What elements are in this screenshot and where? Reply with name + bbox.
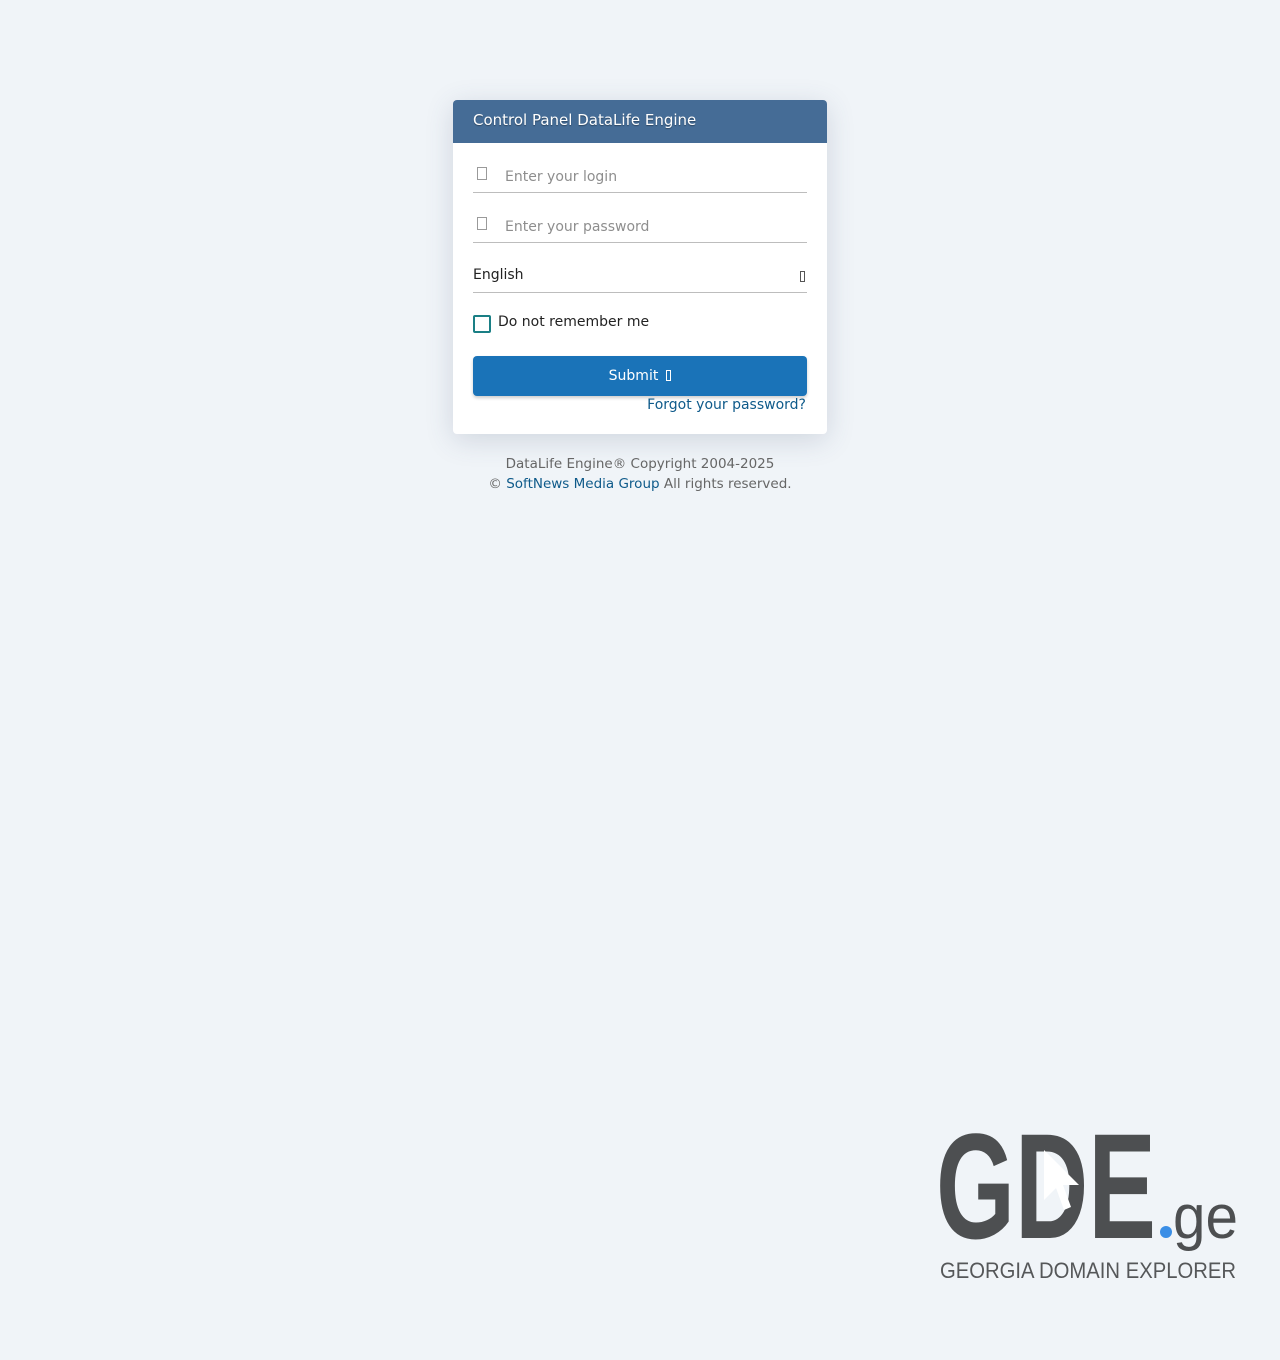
- sign-in-icon: [666, 370, 672, 381]
- remember-me-checkbox[interactable]: [473, 315, 491, 333]
- footer: DataLife Engine® Copyright 2004-2025 © S…: [0, 454, 1280, 494]
- language-select-value: English: [473, 267, 524, 283]
- logo-dot: [1160, 1226, 1172, 1238]
- password-input[interactable]: [505, 215, 807, 239]
- remember-me-row[interactable]: Do not remember me: [473, 314, 807, 334]
- login-panel: Control Panel DataLife Engine English: [453, 100, 827, 434]
- copyright-symbol: ©: [488, 476, 502, 492]
- login-form: English Do not remember me Submit Forgot…: [453, 143, 827, 413]
- lock-icon: [477, 217, 487, 230]
- user-icon: [477, 167, 487, 180]
- logo-tld: ge: [1173, 1183, 1238, 1252]
- gde-logo: GDE ge GEORGIA DOMAIN EXPLORER: [930, 1102, 1250, 1290]
- panel-title: Control Panel DataLife Engine: [453, 100, 827, 143]
- company-link[interactable]: SoftNews Media Group: [506, 476, 659, 492]
- footer-rights-line: © SoftNews Media Group All rights reserv…: [0, 474, 1280, 494]
- logo-tagline: GEORGIA DOMAIN EXPLORER: [940, 1258, 1236, 1283]
- forgot-password-link[interactable]: Forgot your password?: [473, 397, 807, 413]
- submit-button[interactable]: Submit: [473, 356, 807, 396]
- login-field: [473, 163, 807, 193]
- chevron-down-icon: [800, 271, 805, 282]
- login-input[interactable]: [505, 165, 807, 189]
- footer-copyright: DataLife Engine® Copyright 2004-2025: [505, 456, 775, 472]
- rights-text: All rights reserved.: [663, 476, 792, 492]
- password-field: [473, 213, 807, 243]
- login-page: Control Panel DataLife Engine English: [0, 0, 1280, 1360]
- remember-me-label: Do not remember me: [498, 314, 650, 330]
- language-select[interactable]: English: [473, 262, 807, 293]
- submit-button-label: Submit: [608, 368, 659, 384]
